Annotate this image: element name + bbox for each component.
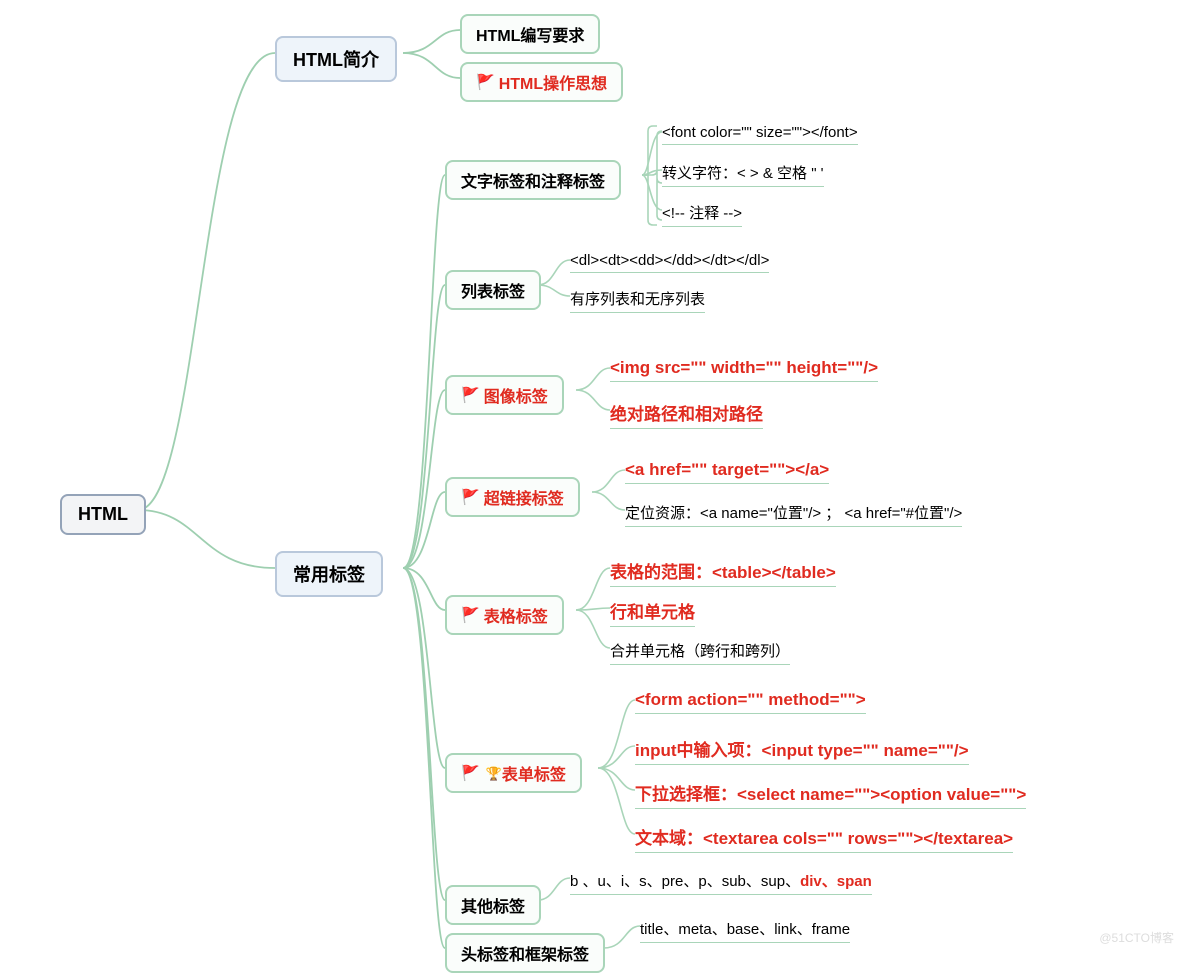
mindmap-canvas: HTML HTML简介 HTML编写要求 HTML操作思想 常用标签 文字标签和…	[30, 20, 1180, 950]
label: 表单标签	[502, 761, 566, 785]
leaf-textarea: 文本域：<textarea cols="" rows=""></textarea…	[635, 824, 1013, 853]
leaf-table-range: 表格的范围：<table></table>	[610, 558, 836, 587]
node-html-intro[interactable]: HTML简介	[275, 36, 397, 82]
node-form[interactable]: 表单标签	[445, 753, 582, 793]
node-table[interactable]: 表格标签	[445, 595, 564, 635]
node-list[interactable]: 列表标签	[445, 270, 541, 310]
leaf-img: <img src="" width="" height=""/>	[610, 358, 878, 382]
label: 超链接标签	[484, 485, 564, 509]
leaf-input: input中输入项：<input type="" name=""/>	[635, 736, 969, 765]
leaf-comment: <!-- 注释 -->	[662, 202, 742, 227]
leaf-font: <font color="" size=""></font>	[662, 124, 858, 145]
root-node[interactable]: HTML	[60, 494, 146, 535]
label: HTML操作思想	[499, 70, 607, 94]
node-link[interactable]: 超链接标签	[445, 477, 580, 517]
leaf-row-cell: 行和单元格	[610, 598, 695, 627]
txt1: b 、u、i、s、pre、p、sub、sup、	[570, 873, 800, 890]
leaf-head: title、meta、base、link、frame	[640, 918, 850, 943]
leaf-anchor: 定位资源：<a name="位置"/> ； <a href="#位置"/>	[625, 502, 962, 527]
leaf-a: <a href="" target=""></a>	[625, 460, 829, 484]
node-thinking[interactable]: HTML操作思想	[460, 62, 623, 102]
leaf-select: 下拉选择框：<select name=""><option value="">	[635, 780, 1026, 809]
leaf-form: <form action="" method="">	[635, 690, 866, 714]
label: 图像标签	[484, 383, 548, 407]
leaf-ordered: 有序列表和无序列表	[570, 288, 705, 313]
leaf-escape: 转义字符：< > & 空格 " '	[662, 162, 824, 187]
leaf-merge: 合并单元格（跨行和跨列）	[610, 640, 790, 665]
node-text-comment[interactable]: 文字标签和注释标签	[445, 160, 621, 200]
leaf-path: 绝对路径和相对路径	[610, 400, 763, 429]
leaf-dl: <dl><dt><dd></dd></dt></dl>	[570, 252, 769, 273]
txt2: div、span	[800, 873, 872, 890]
node-image[interactable]: 图像标签	[445, 375, 564, 415]
leaf-other-tags: b 、u、i、s、pre、p、sub、sup、div、span	[570, 870, 872, 895]
node-other[interactable]: 其他标签	[445, 885, 541, 925]
label: 表格标签	[484, 603, 548, 627]
flag-trophy-icon	[461, 764, 502, 783]
node-writing-req[interactable]: HTML编写要求	[460, 14, 600, 54]
watermark: @51CTO博客	[1099, 929, 1174, 946]
node-head-frame[interactable]: 头标签和框架标签	[445, 933, 605, 973]
node-common-tags[interactable]: 常用标签	[275, 551, 383, 597]
